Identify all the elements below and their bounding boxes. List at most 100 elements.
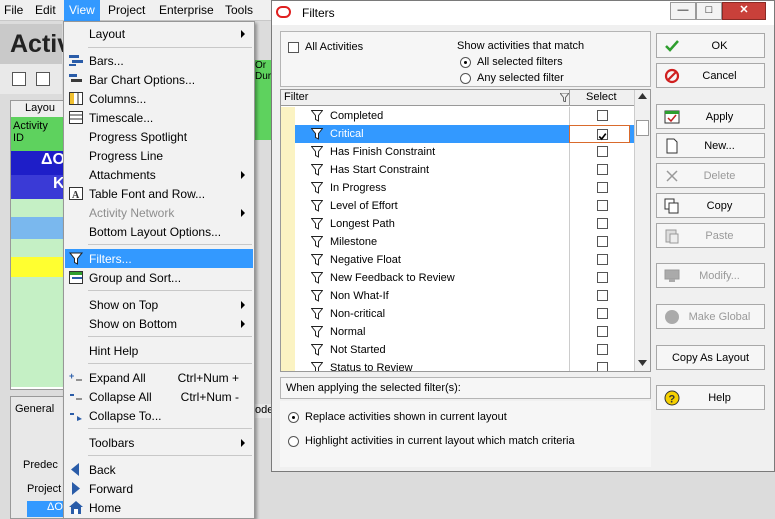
group-row[interactable]: ΔO xyxy=(11,151,65,175)
menu-item-filters[interactable]: Filters... xyxy=(65,249,253,268)
filter-name: Status to Review xyxy=(330,362,413,372)
select-checkbox[interactable] xyxy=(597,182,608,193)
menu-item-bars[interactable]: Bars... xyxy=(65,51,253,70)
filter-row[interactable]: In Progress xyxy=(281,179,634,197)
filter-row[interactable]: New Feedback to Review xyxy=(281,269,634,287)
menu-item-back[interactable]: Back xyxy=(65,460,253,479)
menu-item-attachments[interactable]: Attachments xyxy=(65,165,253,184)
column-header-select[interactable]: Select xyxy=(586,91,617,103)
activity-row[interactable] xyxy=(11,199,63,217)
menu-item-bottom-layout-options[interactable]: Bottom Layout Options... xyxy=(65,222,253,241)
menu-item-bar-chart-options[interactable]: Bar Chart Options... xyxy=(65,70,253,89)
paste-button[interactable]: Paste xyxy=(656,223,765,248)
delete-button[interactable]: Delete xyxy=(656,163,765,188)
menu-item-collapse-to[interactable]: Collapse To... xyxy=(65,406,253,425)
cancel-button[interactable]: Cancel xyxy=(656,63,765,88)
select-checkbox[interactable] xyxy=(597,344,608,355)
filter-row[interactable]: Not Started xyxy=(281,341,634,359)
select-checkbox[interactable] xyxy=(597,218,608,229)
select-checkbox[interactable] xyxy=(597,164,608,175)
menu-item-hint-help[interactable]: Hint Help xyxy=(65,341,253,360)
menu-item-progress-spotlight[interactable]: Progress Spotlight xyxy=(65,127,253,146)
menu-item-timescale[interactable]: Timescale... xyxy=(65,108,253,127)
select-checkbox[interactable] xyxy=(597,254,608,265)
filter-row[interactable]: Longest Path xyxy=(281,215,634,233)
select-checkbox[interactable] xyxy=(597,146,608,157)
tab-node-fragment[interactable]: ode xyxy=(255,404,273,418)
filter-row[interactable]: Critical xyxy=(281,125,634,143)
select-checkbox[interactable] xyxy=(597,290,608,301)
select-checkbox[interactable] xyxy=(597,362,608,371)
filter-row[interactable]: Milestone xyxy=(281,233,634,251)
replace-radio[interactable] xyxy=(288,412,299,423)
column-filter-icon[interactable] xyxy=(560,93,569,102)
select-checkbox[interactable] xyxy=(597,326,608,337)
menu-item-show-on-bottom[interactable]: Show on Bottom xyxy=(65,314,253,333)
filter-row[interactable]: Non-critical xyxy=(281,305,634,323)
match-all-radio[interactable] xyxy=(460,57,471,68)
menu-item-show-on-top[interactable]: Show on Top xyxy=(65,295,253,314)
menu-tools[interactable]: Tools xyxy=(225,3,253,17)
filter-row[interactable]: Negative Float xyxy=(281,251,634,269)
scroll-up-arrow-icon[interactable] xyxy=(638,93,647,99)
menu-item-columns[interactable]: Columns... xyxy=(65,89,253,108)
copy-button[interactable]: Copy xyxy=(656,193,765,218)
menu-item-layout[interactable]: Layout xyxy=(65,24,253,43)
minimize-button[interactable]: — xyxy=(670,2,696,20)
menu-file[interactable]: File xyxy=(4,3,23,17)
make-global-button[interactable]: Make Global xyxy=(656,304,765,329)
menu-project[interactable]: Project xyxy=(108,3,145,17)
menu-item-expand-all[interactable]: + Expand All Ctrl+Num + xyxy=(65,368,253,387)
filter-row[interactable]: Non What-If xyxy=(281,287,634,305)
menu-item-toolbars[interactable]: Toolbars xyxy=(65,433,253,452)
dialog-title-bar[interactable]: Filters — □ ✕ xyxy=(272,1,774,25)
highlight-radio[interactable] xyxy=(288,436,299,447)
filter-row[interactable]: Status to Review xyxy=(281,359,634,372)
predecessor-row[interactable]: ΔO xyxy=(27,501,65,517)
filter-row[interactable]: Has Finish Constraint xyxy=(281,143,634,161)
subgroup-row[interactable]: K xyxy=(11,175,65,199)
grid-scrollbar[interactable] xyxy=(634,90,650,371)
menu-item-collapse-all[interactable]: Collapse All Ctrl+Num - xyxy=(65,387,253,406)
select-checkbox[interactable] xyxy=(597,308,608,319)
menu-item-home[interactable]: Home xyxy=(65,498,253,517)
activity-row[interactable] xyxy=(11,239,63,257)
column-header-filter[interactable]: Filter xyxy=(284,91,308,103)
layout-tab[interactable]: Layou xyxy=(11,101,63,117)
filter-row[interactable]: Has Start Constraint xyxy=(281,161,634,179)
select-checkbox[interactable] xyxy=(597,200,608,211)
menu-enterprise[interactable]: Enterprise xyxy=(159,3,214,17)
match-any-radio[interactable] xyxy=(460,73,471,84)
filter-row[interactable]: Level of Effort xyxy=(281,197,634,215)
filter-row[interactable]: Completed xyxy=(281,107,634,125)
menu-item-table-font-and-row[interactable]: A Table Font and Row... xyxy=(65,184,253,203)
select-checkbox[interactable] xyxy=(597,129,608,141)
close-button[interactable]: ✕ xyxy=(722,2,766,20)
select-checkbox[interactable] xyxy=(597,236,608,247)
all-activities-checkbox[interactable] xyxy=(288,42,299,53)
new-button[interactable]: New... xyxy=(656,133,765,158)
print-preview-icon[interactable] xyxy=(36,72,50,86)
modify-button[interactable]: Modify... xyxy=(656,263,765,288)
select-checkbox[interactable] xyxy=(597,272,608,283)
filter-row[interactable]: Normal xyxy=(281,323,634,341)
select-checkbox[interactable] xyxy=(597,110,608,121)
maximize-button[interactable]: □ xyxy=(696,2,722,20)
menu-item-forward[interactable]: Forward xyxy=(65,479,253,498)
menu-item-group-and-sort[interactable]: Group and Sort... xyxy=(65,268,253,287)
ok-button[interactable]: OK xyxy=(656,33,765,58)
scroll-down-arrow-icon[interactable] xyxy=(638,360,647,366)
print-icon[interactable] xyxy=(12,72,26,86)
tab-predecessors[interactable]: Predec xyxy=(23,459,58,471)
copy-as-layout-button[interactable]: Copy As Layout xyxy=(656,345,765,370)
scroll-thumb[interactable] xyxy=(636,120,649,136)
apply-button[interactable]: Apply xyxy=(656,104,765,129)
activity-row-selected[interactable] xyxy=(11,217,63,239)
menu-item-progress-line[interactable]: Progress Line xyxy=(65,146,253,165)
tab-general[interactable]: General xyxy=(15,403,54,415)
activity-rows[interactable] xyxy=(11,277,63,387)
wbs-row[interactable] xyxy=(11,257,63,277)
help-button[interactable]: ? Help xyxy=(656,385,765,410)
menu-edit[interactable]: Edit xyxy=(35,3,56,17)
menu-view[interactable]: View xyxy=(64,0,100,21)
